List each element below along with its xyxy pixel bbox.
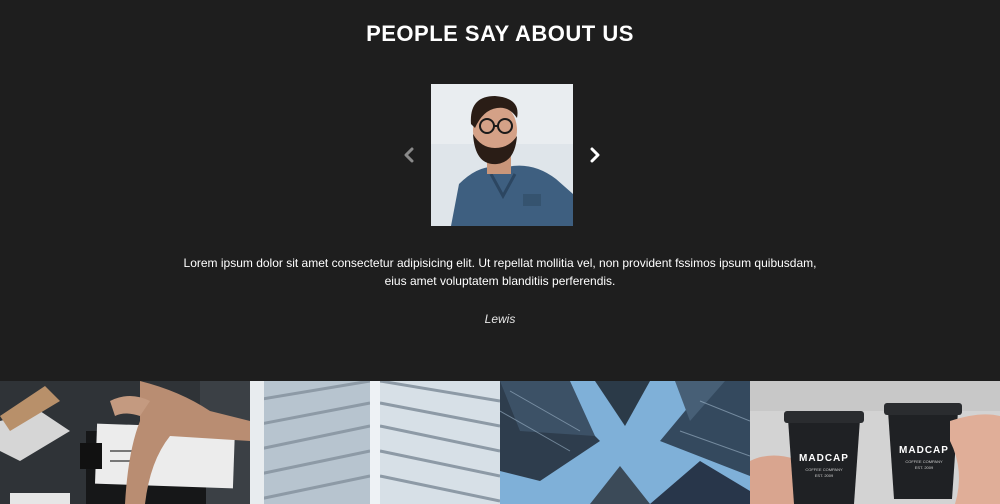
testimonials-section: PEOPLE SAY ABOUT US Lorem ipsum dolor si…	[0, 0, 1000, 381]
chevron-left-icon	[404, 147, 414, 163]
cup-brand-text-1: MADCAP	[799, 453, 849, 464]
carousel-prev-button[interactable]	[399, 145, 419, 165]
testimonial-author: Lewis	[484, 312, 516, 326]
gallery-image-desk[interactable]	[0, 381, 250, 504]
cup-year-text-2: EST. 2009	[915, 465, 934, 470]
testimonial-quote: Lorem ipsum dolor sit amet consectetur a…	[183, 256, 817, 288]
carousel-next-button[interactable]	[585, 145, 605, 165]
gallery-image-coffee[interactable]: MADCAP COFFEE COMPANY EST. 2009 MADCAP C…	[750, 381, 1000, 504]
chevron-right-icon	[590, 147, 600, 163]
gallery-image-skyscrapers[interactable]	[500, 381, 750, 504]
cup-brand-text-2: MADCAP	[899, 445, 949, 456]
cup-year-text-1: EST. 2009	[815, 473, 834, 478]
section-title: PEOPLE SAY ABOUT US	[366, 21, 634, 46]
gallery-image-building[interactable]	[250, 381, 500, 504]
photo-gallery: MADCAP COFFEE COMPANY EST. 2009 MADCAP C…	[0, 381, 1000, 504]
testimonial-avatar	[431, 84, 573, 226]
cup-subtitle-text-1: COFFEE COMPANY	[805, 467, 843, 472]
cup-subtitle-text-2: COFFEE COMPANY	[905, 459, 943, 464]
